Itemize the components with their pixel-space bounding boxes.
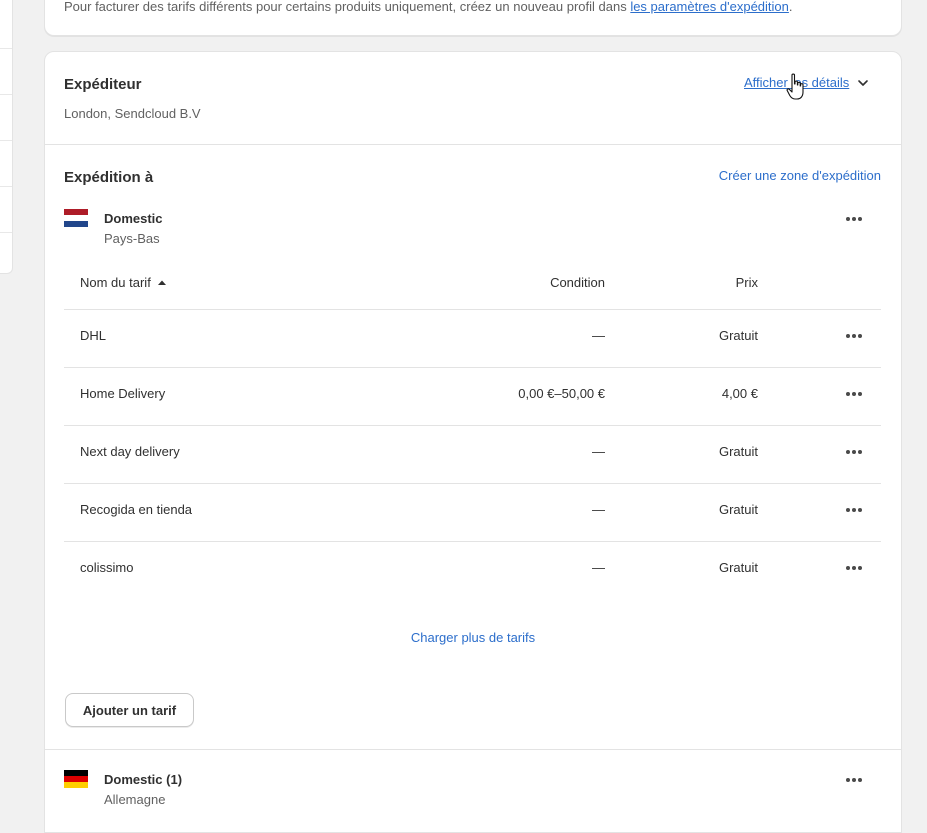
create-zone-link[interactable]: Créer une zone d'expédition	[719, 168, 881, 183]
shipping-profile-card: Expéditeur London, Sendcloud B.V Affiche…	[44, 51, 902, 833]
sender-title: Expéditeur	[64, 76, 142, 93]
shipping-to-title: Expédition à	[64, 169, 154, 186]
chevron-down-icon	[858, 79, 869, 86]
rate-more-actions-icon[interactable]	[842, 387, 866, 401]
rate-name: colissimo	[80, 560, 134, 575]
load-more-label[interactable]: Charger plus de tarifs	[411, 630, 535, 645]
column-header-name-label: Nom du tarif	[80, 275, 151, 290]
flag-stripe	[64, 221, 88, 227]
zone-country: Pays-Bas	[104, 231, 160, 246]
rate-price: Gratuit	[718, 444, 758, 459]
rate-name: Next day delivery	[80, 444, 180, 459]
sender-address: London, Sendcloud B.V	[64, 106, 201, 121]
zone-country: Allemagne	[104, 792, 166, 807]
left-panel-divider	[0, 48, 12, 49]
rate-name: Recogida en tienda	[80, 502, 193, 517]
rate-condition: —	[592, 560, 605, 575]
netherlands-flag-icon	[64, 209, 88, 227]
rate-price: Gratuit	[718, 328, 758, 343]
rate-condition: —	[592, 502, 605, 517]
zone-name: Domestic (1)	[104, 772, 183, 787]
section-divider	[45, 144, 901, 145]
notice-card: Pour facturer des tarifs différents pour…	[44, 0, 902, 36]
shipping-settings-link[interactable]: les paramètres d'expédition	[630, 0, 789, 14]
rate-price: Gratuit	[718, 502, 758, 517]
zone-more-actions-icon[interactable]	[842, 212, 866, 226]
sort-ascending-icon	[157, 280, 166, 285]
rate-condition: —	[592, 444, 605, 459]
notice-body: Pour facturer des tarifs différents pour…	[64, 0, 631, 14]
rate-name: Home Delivery	[80, 386, 166, 401]
rate-price: Gratuit	[718, 560, 758, 575]
rate-more-actions-icon[interactable]	[842, 561, 866, 575]
left-panel-divider	[0, 232, 12, 233]
rate-condition: 0,00 €–50,00 €	[518, 386, 605, 401]
table-divider	[64, 541, 881, 542]
germany-flag-icon	[64, 770, 88, 788]
notice-end: .	[788, 0, 793, 14]
rate-more-actions-icon[interactable]	[842, 445, 866, 459]
left-panel-divider	[0, 186, 12, 187]
table-divider	[64, 309, 881, 310]
rate-price: 4,00 €	[721, 386, 758, 401]
left-panel-divider	[0, 94, 12, 95]
rate-more-actions-icon[interactable]	[842, 329, 866, 343]
left-panel-divider	[0, 140, 12, 141]
zone-name: Domestic	[104, 211, 163, 226]
table-divider	[64, 425, 881, 426]
show-details-link[interactable]: Afficher les détails	[744, 75, 849, 90]
column-header-condition: Condition	[550, 275, 605, 290]
section-divider	[45, 749, 901, 750]
column-header-name[interactable]: Nom du tarif	[80, 275, 167, 290]
column-header-price: Prix	[735, 275, 758, 290]
load-more-rates-link[interactable]: Charger plus de tarifs	[45, 630, 901, 645]
zone-more-actions-icon[interactable]	[842, 773, 866, 787]
add-rate-button[interactable]: Ajouter un tarif	[65, 693, 194, 727]
table-divider	[64, 367, 881, 368]
rate-condition: —	[592, 328, 605, 343]
left-panel-edge	[0, 0, 13, 274]
notice-text: Pour facturer des tarifs différents pour…	[64, 0, 793, 14]
table-divider	[64, 483, 881, 484]
show-details-toggle[interactable]: Afficher les détails	[744, 75, 870, 90]
rate-name: DHL	[80, 328, 107, 343]
flag-stripe	[64, 782, 88, 788]
rate-more-actions-icon[interactable]	[842, 503, 866, 517]
